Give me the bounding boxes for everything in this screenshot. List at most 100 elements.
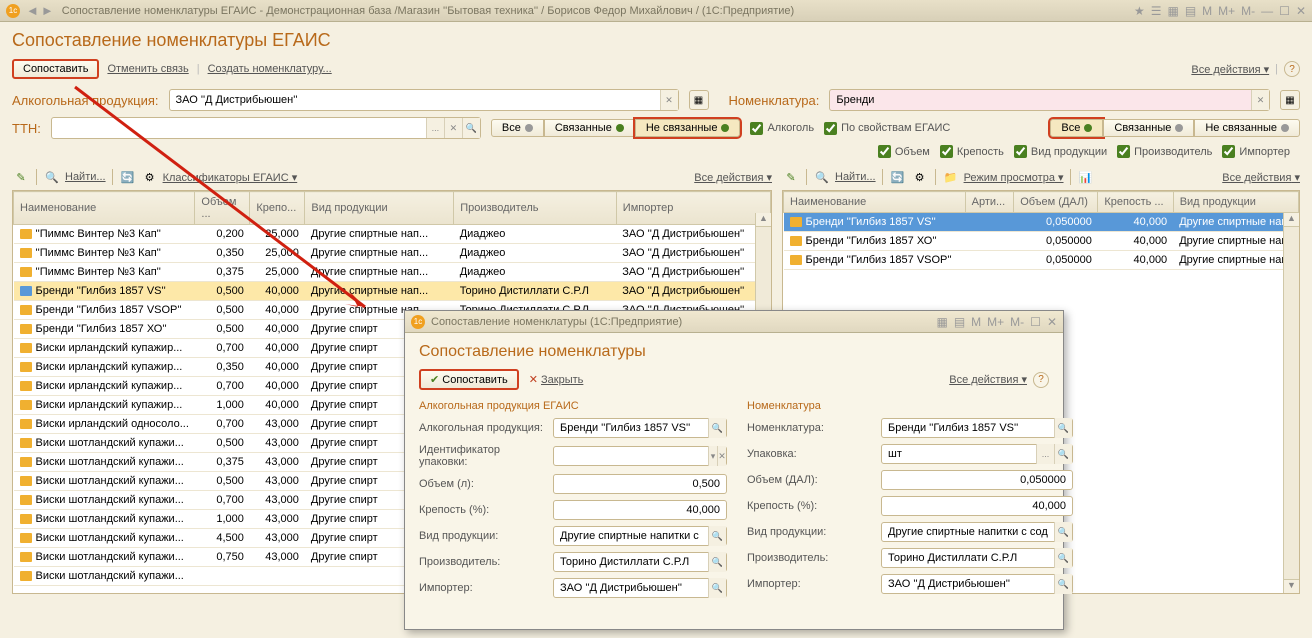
clear-icon[interactable]: ✕ [1251,90,1269,110]
dialog-close-button[interactable]: ✕ Закрыть [529,373,584,386]
dlg-rprod-input[interactable]: 🔍 [881,548,1073,568]
dlg-rvol-input[interactable] [881,470,1073,490]
unlink-button[interactable]: Отменить связь [107,63,188,75]
table-row[interactable]: Бренди ''Гилбиз 1857 VS''0,05000040,000Д… [784,213,1299,232]
dlg-str-input[interactable] [553,500,727,520]
search-icon[interactable]: 🔍 [43,168,61,186]
clear-icon[interactable]: ✕ [660,90,678,110]
chart-icon[interactable]: 📊 [1077,168,1095,186]
nav-back-icon[interactable]: ◄ [26,3,39,18]
dlg-rtype-input[interactable]: 🔍 [881,522,1073,542]
all-actions-left[interactable]: Все действия ▾ [694,172,772,184]
search-icon[interactable]: 🔍 [462,118,480,138]
create-nom-button[interactable]: Создать номенклатуру... [208,63,332,75]
m-plus-button[interactable]: M+ [1218,4,1235,18]
help-icon[interactable]: ? [1033,372,1049,388]
search-icon[interactable]: 🔍 [708,418,726,438]
col-header[interactable]: Импортер [616,192,770,225]
star-icon[interactable]: ★ [1134,4,1145,18]
strength-checkbox[interactable]: Крепость [940,145,1004,158]
col-header[interactable]: Вид продукции [1173,192,1298,213]
clear-icon[interactable]: ✕ [444,118,462,138]
table-row[interactable]: ''Пиммс Винтер №3 Кап''0,20025,000Другие… [14,225,771,244]
nom-input[interactable]: ✕ [829,89,1270,111]
dots-icon[interactable]: ... [426,118,444,138]
dlg-rstr-input[interactable] [881,496,1073,516]
alcohol-checkbox[interactable]: Алкоголь [750,122,814,135]
nav-arrows: ◄ ► [26,3,54,18]
dlg-imp-input[interactable]: 🔍 [553,578,727,598]
col-header[interactable]: Вид продукции [305,192,454,225]
table-row[interactable]: ''Пиммс Винтер №3 Кап''0,37525,000Другие… [14,263,771,282]
col-header[interactable]: Крепо... [250,192,305,225]
calendar-icon[interactable]: ▤ [954,315,965,329]
dlg-pack-input[interactable]: ...🔍 [881,444,1073,464]
dlg-type-input[interactable]: 🔍 [553,526,727,546]
col-header[interactable]: Крепость ... [1098,192,1173,213]
find-button-r[interactable]: Найти... [835,171,876,183]
filter-linked-r[interactable]: Связанные [1103,119,1194,137]
refresh-icon[interactable]: 🔄 [119,168,137,186]
calc-icon[interactable]: ▦ [1167,4,1178,18]
filter-unlinked-r[interactable]: Не связанные [1194,119,1300,137]
col-header[interactable]: Наименование [14,192,195,225]
egais-checkbox[interactable]: По свойствам ЕГАИС [824,122,950,135]
col-header[interactable]: Объем (ДАЛ) [1014,192,1098,213]
calendar-icon[interactable]: ▤ [1185,4,1196,18]
classifier-button[interactable]: Классификаторы ЕГАИС ▾ [163,171,298,184]
all-actions-button[interactable]: Все действия ▾ [1191,63,1269,76]
alc-input[interactable]: ✕ [169,89,679,111]
maximize-icon[interactable]: ☐ [1279,4,1290,18]
dlg-packid-input[interactable]: ▾✕ [553,446,727,466]
close-icon[interactable]: ✕ [1296,4,1306,18]
dlg-nom-input[interactable]: 🔍 [881,418,1073,438]
view-mode-button[interactable]: Режим просмотра ▾ [964,171,1064,184]
edit-icon[interactable]: ✎ [12,168,30,186]
ttn-input[interactable]: ... ✕ 🔍 [51,117,481,139]
search-icon[interactable]: 🔍 [813,168,831,186]
close-icon[interactable]: ✕ [1047,315,1057,329]
table-row[interactable]: Бренди ''Гилбиз 1857 VS''0,50040,000Друг… [14,282,771,301]
col-header[interactable]: Арти... [965,192,1014,213]
refresh-icon[interactable]: 🔄 [889,168,907,186]
match-button[interactable]: Сопоставить [12,59,99,79]
m-minus-button[interactable]: M- [1241,4,1255,18]
col-header[interactable]: Объем ... [195,192,250,225]
calc-icon[interactable]: ▦ [936,315,947,329]
col-header[interactable]: Наименование [784,192,966,213]
prodtype-checkbox[interactable]: Вид продукции [1014,145,1107,158]
list-icon[interactable]: ▦ [1280,90,1300,110]
filter-all[interactable]: Все [491,119,544,137]
m-button[interactable]: M [1202,4,1212,18]
table-row[interactable]: ''Пиммс Винтер №3 Кап''0,35025,000Другие… [14,244,771,263]
col-header[interactable]: Производитель [454,192,617,225]
all-actions-right[interactable]: Все действия ▾ [1222,172,1300,184]
nav-fwd-icon[interactable]: ► [41,3,54,18]
volume-checkbox[interactable]: Объем [878,145,930,158]
list-icon[interactable]: ▦ [689,90,709,110]
dlg-prod-input[interactable]: 🔍 [553,552,727,572]
table-row[interactable]: Бренди ''Гилбиз 1857 VSOP''0,05000040,00… [784,251,1299,270]
filter-all-r[interactable]: Все [1050,119,1103,137]
find-button[interactable]: Найти... [65,171,106,183]
producer-checkbox[interactable]: Производитель [1117,145,1212,158]
folder-icon[interactable]: 📁 [942,168,960,186]
history-icon[interactable]: ☰ [1151,4,1162,18]
scrollbar[interactable]: ▲▼ [1283,213,1299,593]
minimize-icon[interactable]: — [1261,4,1273,18]
dlg-vol-input[interactable] [553,474,727,494]
dialog-all-actions[interactable]: Все действия ▾ [949,373,1027,386]
filter-linked[interactable]: Связанные [544,119,635,137]
dialog-match-button[interactable]: ✔ Сопоставить [419,369,519,390]
filter-unlinked[interactable]: Не связанные [635,119,741,137]
table-row[interactable]: Бренди ''Гилбиз 1857 ХО''0,05000040,000Д… [784,232,1299,251]
right-filter-group: Все Связанные Не связанные [1050,119,1300,137]
gear-icon[interactable]: ⚙ [911,168,929,186]
dlg-rimp-input[interactable]: 🔍 [881,574,1073,594]
importer-checkbox[interactable]: Импортер [1222,145,1290,158]
gear-icon[interactable]: ⚙ [141,168,159,186]
maximize-icon[interactable]: ☐ [1030,315,1041,329]
dlg-alc-input[interactable]: 🔍 [553,418,727,438]
help-icon[interactable]: ? [1284,61,1300,77]
edit-icon[interactable]: ✎ [782,168,800,186]
